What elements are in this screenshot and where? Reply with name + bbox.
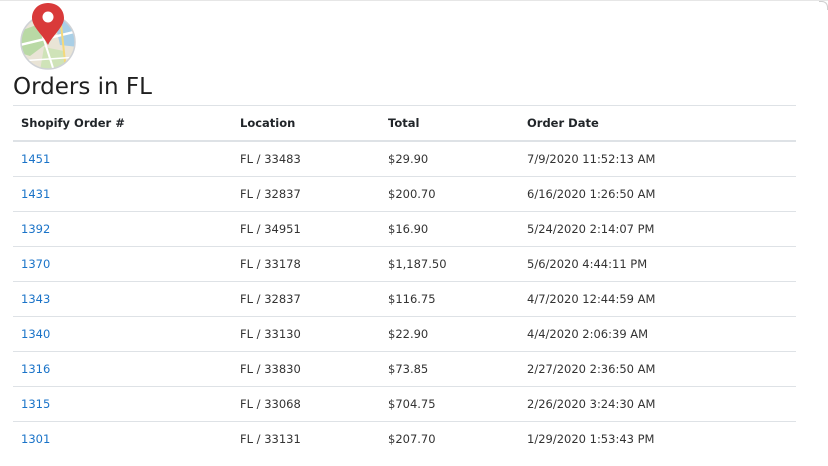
table-row: 1316 FL / 33830 $73.85 2/27/2020 2:36:50…: [13, 351, 796, 387]
location-cell: FL / 32837: [232, 176, 380, 212]
total-cell: $704.75: [380, 386, 519, 422]
location-cell: FL / 34951: [232, 211, 380, 247]
order-cell: 1431: [13, 176, 232, 212]
order-date-cell: 6/16/2020 1:26:50 AM: [519, 176, 796, 212]
order-link[interactable]: 1316: [21, 362, 50, 376]
column-header-order-date[interactable]: Order Date: [519, 105, 796, 142]
location-cell: FL / 33830: [232, 351, 380, 387]
total-cell: $200.70: [380, 176, 519, 212]
table-row: 1392 FL / 34951 $16.90 5/24/2020 2:14:07…: [13, 211, 796, 247]
order-link[interactable]: 1392: [21, 222, 50, 236]
order-cell: 1315: [13, 386, 232, 422]
table-row: 1343 FL / 32837 $116.75 4/7/2020 12:44:5…: [13, 281, 796, 317]
window-corner: [819, 1, 828, 10]
total-cell: $1,187.50: [380, 246, 519, 282]
order-link[interactable]: 1370: [21, 257, 50, 271]
table-row: 1451 FL / 33483 $29.90 7/9/2020 11:52:13…: [13, 141, 796, 177]
total-cell: $73.85: [380, 351, 519, 387]
location-cell: FL / 33483: [232, 141, 380, 177]
order-link[interactable]: 1301: [21, 432, 50, 446]
map-pin-icon: [20, 3, 76, 70]
order-link[interactable]: 1340: [21, 327, 50, 341]
total-cell: $16.90: [380, 211, 519, 247]
table-row: 1301 FL / 33131 $207.70 1/29/2020 1:53:4…: [13, 422, 796, 457]
table-row: 1340 FL / 33130 $22.90 4/4/2020 2:06:39 …: [13, 316, 796, 352]
order-cell: 1451: [13, 141, 232, 177]
order-link[interactable]: 1343: [21, 292, 50, 306]
order-cell: 1343: [13, 281, 232, 317]
order-link[interactable]: 1431: [21, 187, 50, 201]
column-header-order[interactable]: Shopify Order #: [13, 105, 232, 142]
total-cell: $29.90: [380, 141, 519, 177]
order-date-cell: 5/6/2020 4:44:11 PM: [519, 246, 796, 282]
location-cell: FL / 33130: [232, 316, 380, 352]
table-row: 1431 FL / 32837 $200.70 6/16/2020 1:26:5…: [13, 176, 796, 212]
orders-table: Shopify Order # Location Total Order Dat…: [13, 105, 796, 456]
total-cell: $207.70: [388, 432, 436, 446]
order-cell: 1340: [13, 316, 232, 352]
table-header-row: Shopify Order # Location Total Order Dat…: [13, 105, 796, 142]
table-row: 1315 FL / 33068 $704.75 2/26/2020 3:24:3…: [13, 386, 796, 422]
order-date-cell: 4/7/2020 12:44:59 AM: [519, 281, 796, 317]
order-cell: 1370: [13, 246, 232, 282]
total-cell: $22.90: [380, 316, 519, 352]
page: Orders in FL Shopify Order # Location To…: [0, 0, 828, 466]
column-header-location[interactable]: Location: [232, 105, 380, 142]
column-header-total[interactable]: Total: [380, 105, 519, 142]
order-date-cell: 4/4/2020 2:06:39 AM: [519, 316, 796, 352]
order-cell: 1301: [13, 422, 232, 457]
location-cell: FL / 33178: [232, 246, 380, 282]
order-date-cell: 1/29/2020 1:53:43 PM: [527, 432, 655, 446]
order-link[interactable]: 1315: [21, 397, 50, 411]
location-cell: FL / 33131: [240, 432, 301, 446]
order-date-cell: 2/27/2020 2:36:50 AM: [519, 351, 796, 387]
order-cell: 1392: [13, 211, 232, 247]
location-cell: FL / 32837: [232, 281, 380, 317]
order-date-cell: 2/26/2020 3:24:30 AM: [519, 386, 796, 422]
page-title: Orders in FL: [13, 74, 152, 100]
order-link[interactable]: 1451: [21, 152, 50, 166]
location-cell: FL / 33068: [232, 386, 380, 422]
order-cell: 1316: [13, 351, 232, 387]
table-row: 1370 FL / 33178 $1,187.50 5/6/2020 4:44:…: [13, 246, 796, 282]
total-cell: $116.75: [380, 281, 519, 317]
order-date-cell: 7/9/2020 11:52:13 AM: [519, 141, 796, 177]
order-date-cell: 5/24/2020 2:14:07 PM: [519, 211, 796, 247]
